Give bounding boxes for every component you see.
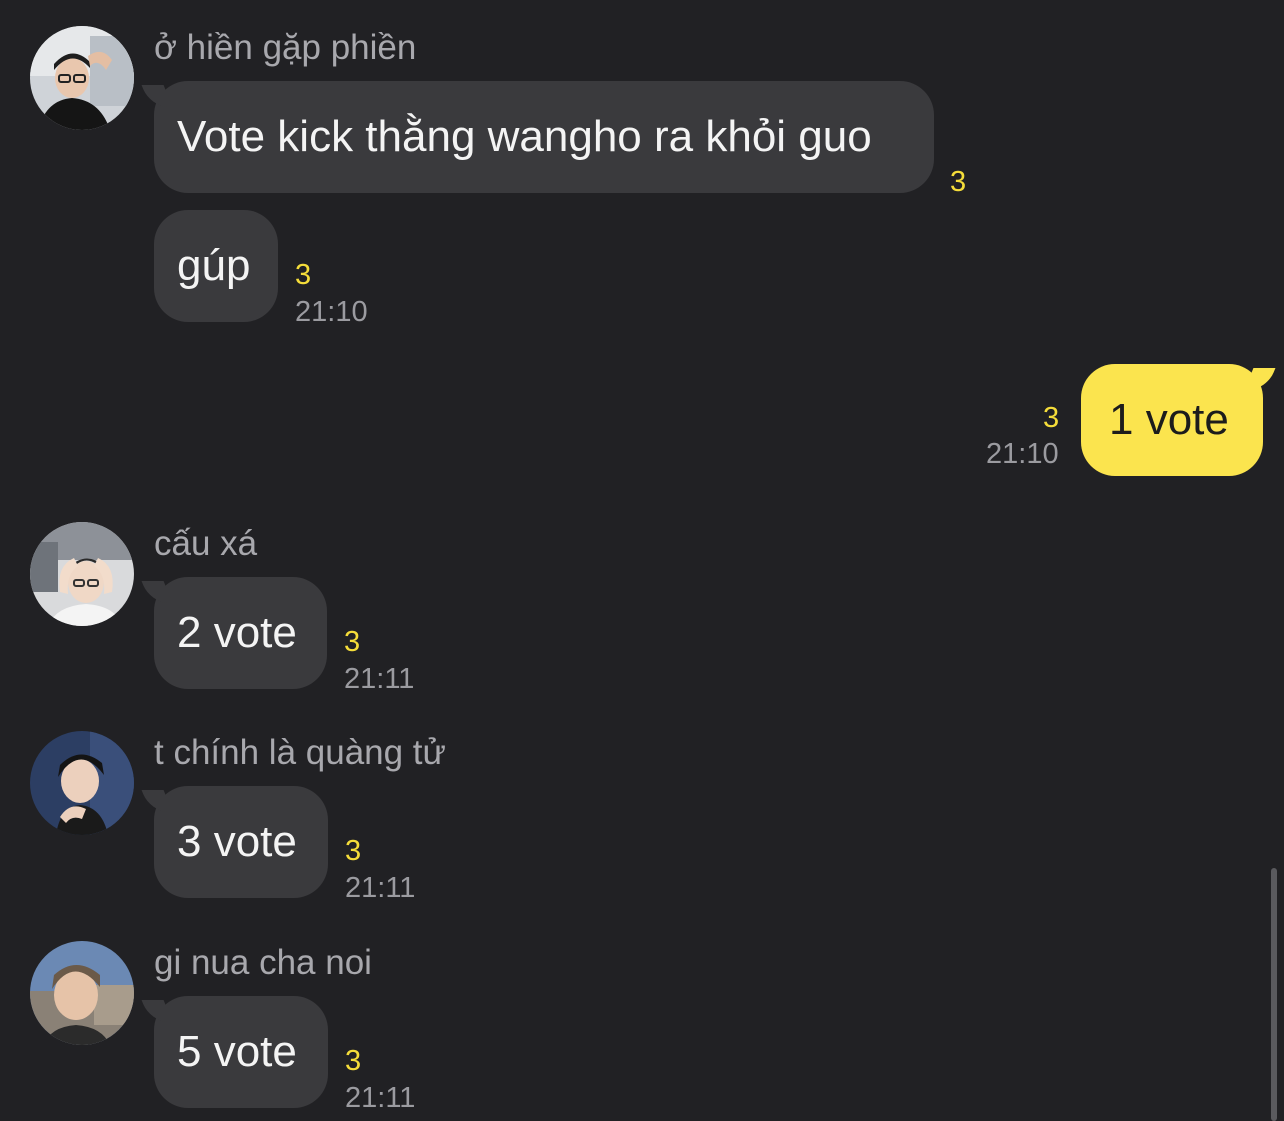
unread-count: 3 [950, 166, 967, 198]
unread-count: 3 [295, 259, 312, 291]
timestamp: 21:10 [295, 296, 368, 328]
avatar[interactable] [30, 941, 134, 1045]
message-bubble[interactable]: 2 vote [154, 577, 327, 689]
profile-photo-outdoor [30, 941, 134, 1045]
my-message-bubble[interactable]: 1 vote [1081, 364, 1263, 476]
profile-photo-glasses-man [30, 26, 134, 130]
unread-count: 3 [345, 835, 362, 867]
sender-name: ở hiền gặp phiền [154, 28, 417, 67]
message-text: 3 vote [177, 817, 297, 866]
message-bubble[interactable]: Vote kick thằng wangho ra khỏi guo [154, 81, 934, 193]
sender-name: gi nua cha noi [154, 943, 372, 982]
message-bubble[interactable]: gúp [154, 210, 278, 322]
unread-count: 3 [1043, 402, 1060, 434]
sender-name: cấu xá [154, 524, 258, 563]
message-text: Vote kick thằng wangho ra khỏi guo [177, 112, 872, 161]
avatar[interactable] [30, 522, 134, 626]
message-text: 1 vote [1109, 395, 1229, 444]
profile-photo-hands-on-head [30, 522, 134, 626]
avatar[interactable] [30, 731, 134, 835]
message-bubble[interactable]: 3 vote [154, 786, 328, 898]
unread-count: 3 [345, 1045, 362, 1077]
unread-count: 3 [344, 626, 361, 658]
avatar[interactable] [30, 26, 134, 130]
message-text: gúp [177, 241, 251, 290]
timestamp: 21:11 [344, 663, 415, 695]
message-bubble[interactable]: 5 vote [154, 996, 328, 1108]
scrollbar[interactable] [1271, 868, 1277, 1121]
timestamp: 21:10 [986, 438, 1059, 470]
timestamp: 21:11 [345, 872, 416, 904]
sender-name: t chính là quàng tử [154, 733, 446, 772]
profile-photo-dark-hair [30, 731, 134, 835]
message-text: 5 vote [177, 1027, 297, 1076]
timestamp: 21:11 [345, 1082, 416, 1114]
message-text: 2 vote [177, 608, 297, 657]
